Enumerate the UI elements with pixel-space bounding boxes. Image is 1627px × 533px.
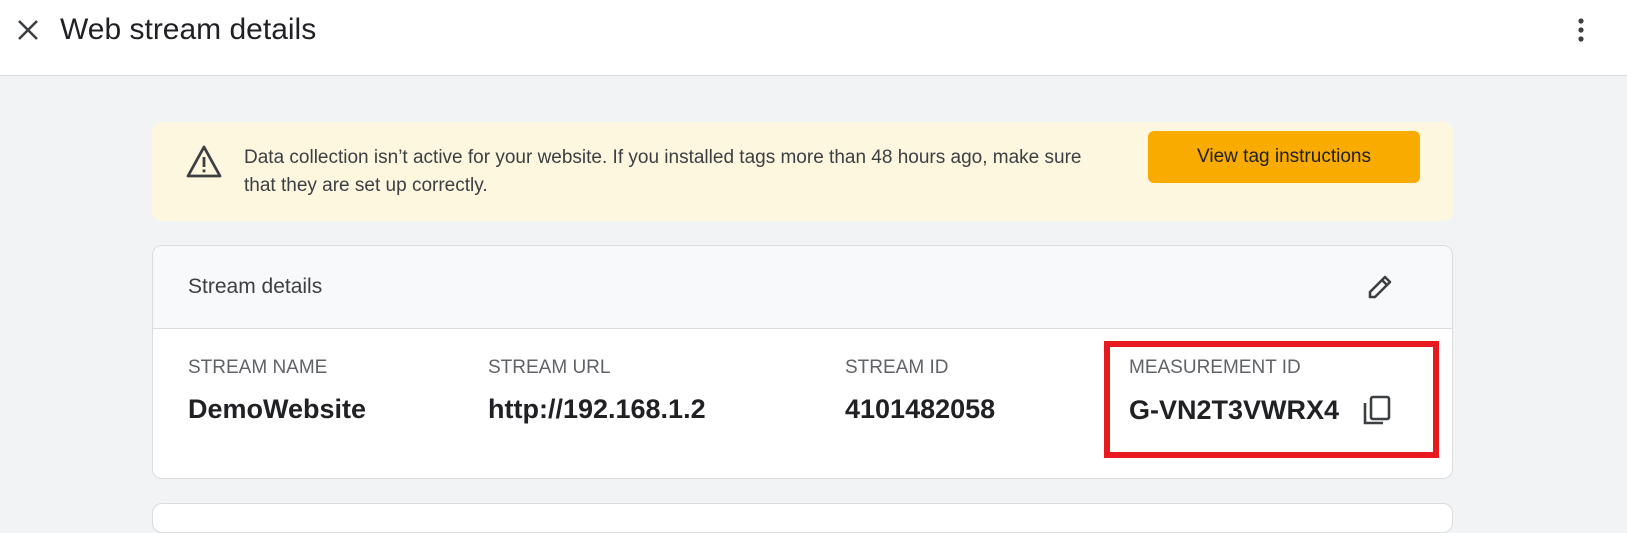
stream-url-label: STREAM URL [488, 357, 611, 378]
stream-id-value: 4101482058 [845, 394, 996, 424]
close-button[interactable] [8, 10, 48, 50]
stream-id-field: STREAM ID 4101482058 [845, 356, 995, 426]
stream-url-value: http://192.168.1.2 [488, 394, 706, 424]
more-options-button[interactable] [1561, 10, 1601, 50]
stream-name-label: STREAM NAME [188, 357, 328, 378]
warning-icon [186, 145, 222, 178]
view-tag-instructions-button[interactable]: View tag instructions [1148, 131, 1420, 183]
stream-name-field: STREAM NAME DemoWebsite [188, 356, 366, 426]
page-title: Web stream details [60, 13, 317, 46]
more-vert-icon [1578, 18, 1584, 42]
pencil-icon [1368, 275, 1392, 299]
stream-details-title: Stream details [188, 275, 323, 298]
measurement-id-highlight [1104, 341, 1439, 458]
top-bar: Web stream details [0, 0, 1627, 76]
next-card [152, 503, 1453, 533]
warning-message: Data collection isn’t active for your we… [244, 147, 1082, 196]
stream-id-label: STREAM ID [845, 357, 949, 378]
stream-url-field: STREAM URL http://192.168.1.2 [488, 356, 706, 426]
stream-details-header: Stream details [153, 246, 1452, 329]
edit-button[interactable] [1359, 266, 1401, 308]
data-collection-warning-banner: Data collection isn’t active for your we… [152, 122, 1453, 221]
stream-name-value: DemoWebsite [188, 394, 367, 424]
close-icon [18, 20, 38, 40]
